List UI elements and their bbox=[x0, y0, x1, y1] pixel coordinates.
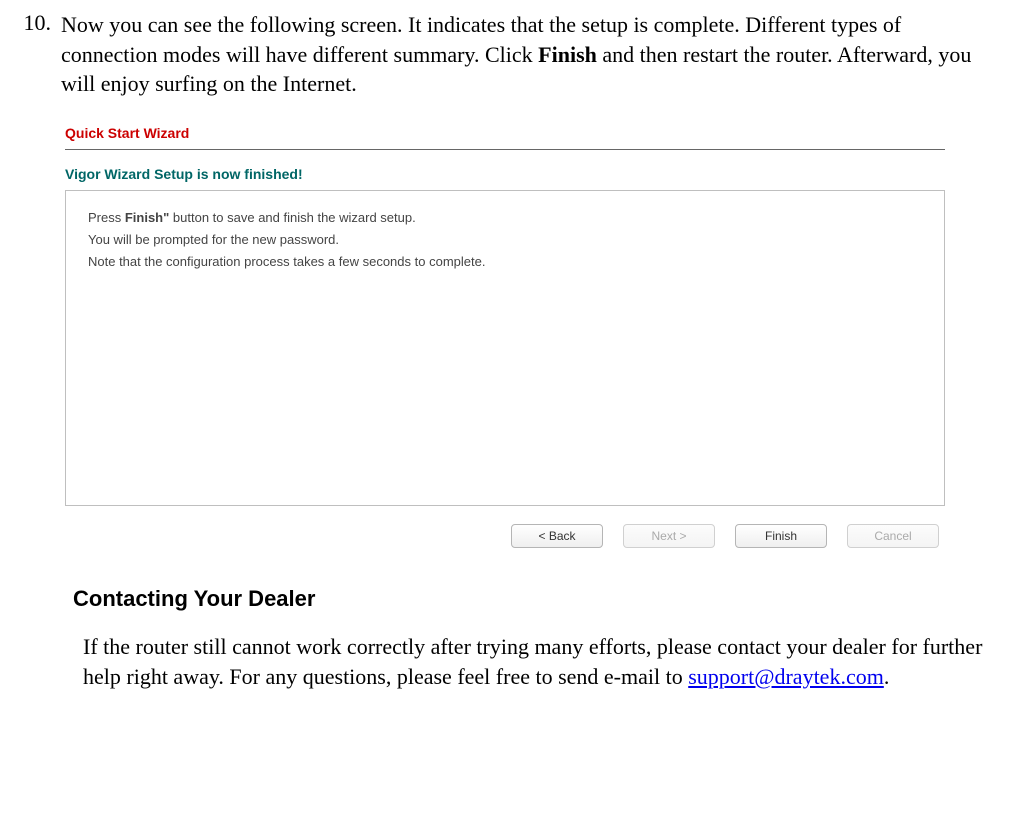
wizard-screenshot: Quick Start Wizard Vigor Wizard Setup is… bbox=[65, 121, 995, 548]
wizard-divider bbox=[65, 149, 945, 150]
next-button: Next > bbox=[623, 524, 715, 548]
cancel-button: Cancel bbox=[847, 524, 939, 548]
wizard-subtitle: Vigor Wizard Setup is now finished! bbox=[65, 166, 945, 182]
panel-line1-bold: Finish" bbox=[125, 210, 169, 225]
wizard-title: Quick Start Wizard bbox=[65, 121, 945, 149]
step-number: 10. bbox=[15, 10, 53, 36]
finish-button[interactable]: Finish bbox=[735, 524, 827, 548]
panel-line1-suffix: button to save and finish the wizard set… bbox=[169, 210, 415, 225]
wizard-box: Quick Start Wizard Vigor Wizard Setup is… bbox=[65, 121, 945, 548]
step-body: Now you can see the following screen. It… bbox=[61, 10, 995, 99]
step-10: 10. Now you can see the following screen… bbox=[15, 10, 995, 99]
panel-line1-prefix: Press bbox=[88, 210, 125, 225]
panel-line-1: Press Finish" button to save and finish … bbox=[88, 207, 922, 229]
support-email-link[interactable]: support@draytek.com bbox=[688, 664, 884, 689]
wizard-panel: Press Finish" button to save and finish … bbox=[65, 190, 945, 506]
contacting-text: If the router still cannot work correctl… bbox=[83, 632, 995, 691]
panel-line-3: Note that the configuration process take… bbox=[88, 251, 922, 273]
panel-line-2: You will be prompted for the new passwor… bbox=[88, 229, 922, 251]
wizard-button-row: < Back Next > Finish Cancel bbox=[65, 524, 945, 548]
contacting-heading: Contacting Your Dealer bbox=[73, 586, 995, 612]
back-button[interactable]: < Back bbox=[511, 524, 603, 548]
contacting-text-suffix: . bbox=[884, 664, 890, 689]
step-bold-word: Finish bbox=[538, 42, 597, 67]
